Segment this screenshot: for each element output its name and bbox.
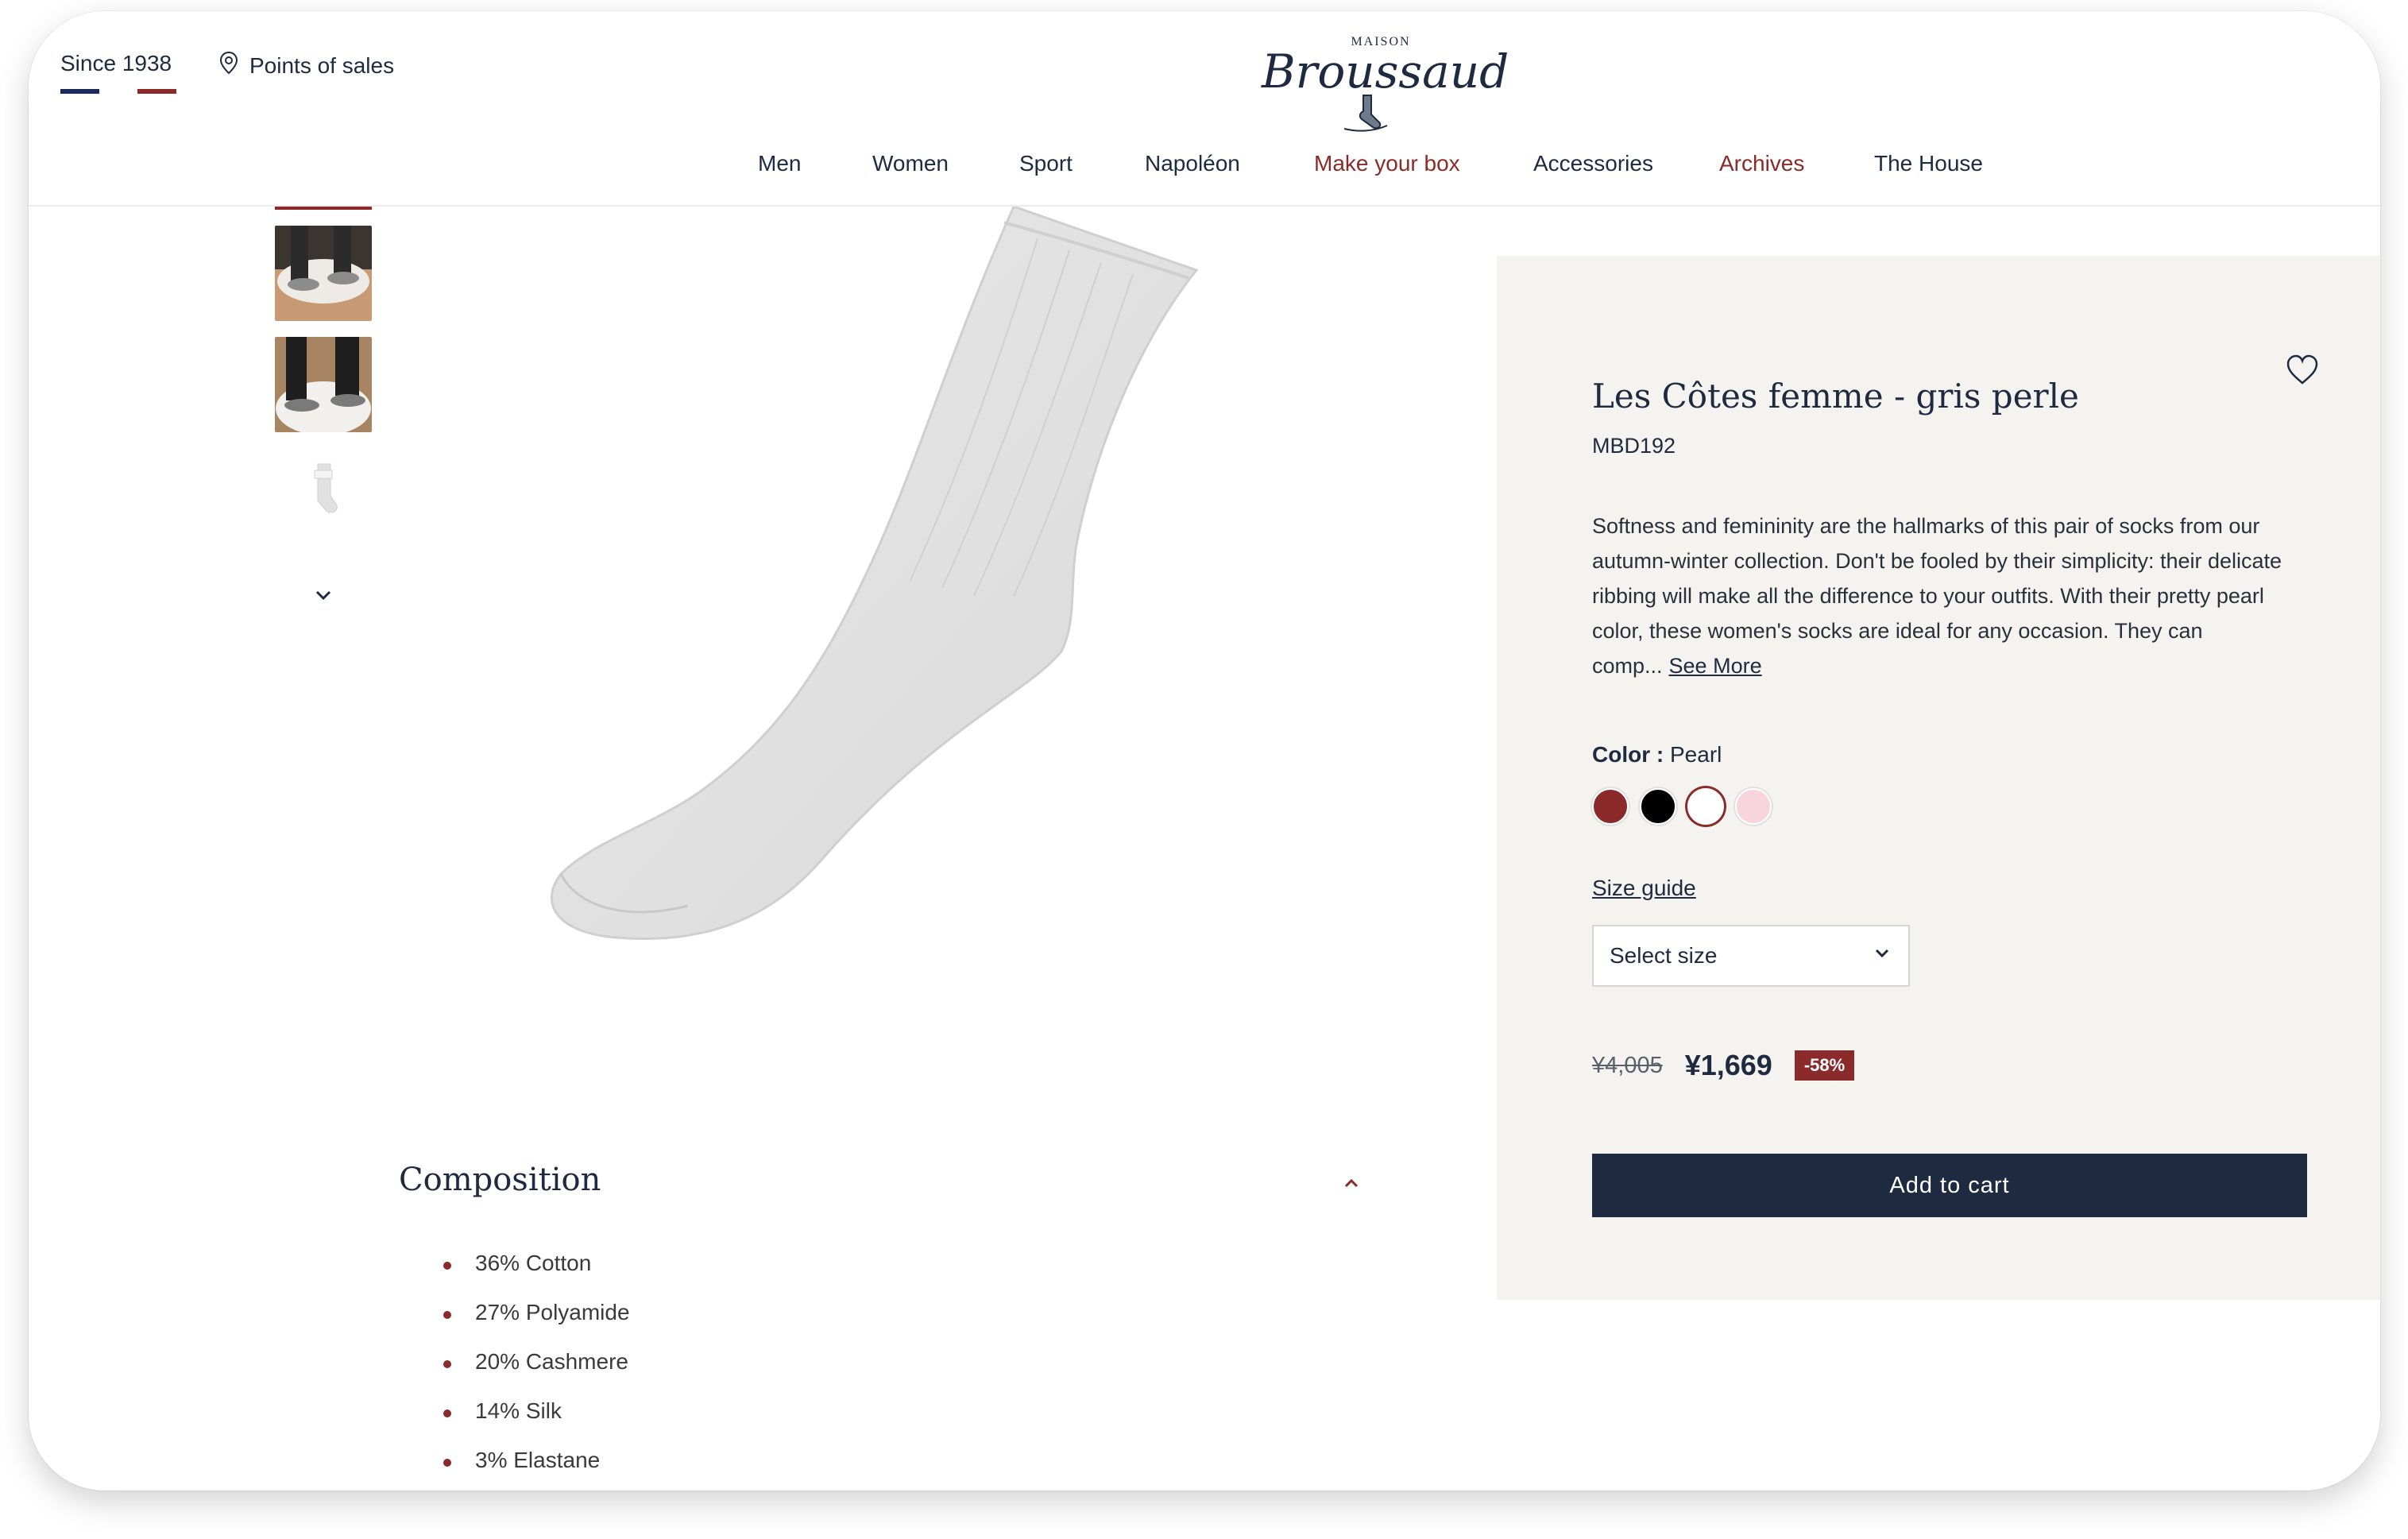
sale-price: ¥1,669 [1684, 1049, 1772, 1081]
price-row: ¥4,005 ¥1,669 -58% [1592, 1049, 1855, 1082]
size-select-value: Select size [1610, 943, 1718, 968]
color-label: Color : [1592, 742, 1664, 767]
product-sku: MBD192 [1592, 434, 1676, 458]
site-header: Since 1938 Points of sales MAISON Brouss… [29, 11, 2380, 207]
chevron-down-icon[interactable] [310, 582, 337, 609]
active-thumb-indicator [275, 207, 372, 210]
nav-make-your-box[interactable]: Make your box [1314, 151, 1460, 176]
flag-blue [60, 89, 99, 94]
swatch-pink[interactable] [1735, 788, 1772, 825]
size-guide-link[interactable]: Size guide [1592, 876, 1696, 901]
nav-accessories[interactable]: Accessories [1533, 151, 1653, 176]
map-pin-icon [219, 51, 238, 80]
thumbnail-2[interactable] [275, 337, 372, 432]
nav-men[interactable]: Men [758, 151, 801, 176]
composition-item: 14% Silk [443, 1398, 630, 1448]
logo-sock-icon [1343, 95, 1388, 132]
color-value: Pearl [1670, 742, 1722, 767]
nav-archives[interactable]: Archives [1719, 151, 1804, 176]
size-select[interactable]: Select size [1592, 925, 1910, 987]
brand-logo[interactable]: MAISON Broussaud [1262, 21, 1509, 140]
chevron-up-icon[interactable] [1339, 1171, 1363, 1195]
composition-item: 3% Elastane [443, 1448, 630, 1491]
points-of-sales-link[interactable]: Points of sales [219, 51, 394, 80]
old-price: ¥4,005 [1592, 1052, 1663, 1078]
nav-sport[interactable]: Sport [1019, 151, 1073, 176]
product-info-panel: Les Côtes femme - gris perle MBD192 Soft… [1497, 256, 2380, 1300]
color-swatches [1592, 788, 1772, 825]
points-of-sales-label: Points of sales [249, 52, 395, 78]
composition-item: 27% Polyamide [443, 1300, 630, 1349]
product-description: Softness and femininity are the hallmark… [1592, 508, 2315, 683]
since-label: Since 1938 [60, 51, 172, 75]
flag-red [137, 89, 177, 94]
nav-the-house[interactable]: The House [1874, 151, 1983, 176]
french-flag-underline [60, 89, 177, 94]
thumbnail-1[interactable] [275, 226, 372, 321]
composition-item: 20% Cashmere [443, 1349, 630, 1398]
product-main-image [442, 205, 1260, 1001]
thumbnail-3[interactable] [275, 448, 372, 543]
composition-title: Composition [399, 1162, 601, 1198]
nav-women[interactable]: Women [872, 151, 949, 176]
swatch-pearl-selected[interactable] [1687, 788, 1724, 825]
see-more-link[interactable]: See More [1669, 654, 1762, 678]
browser-frame: Since 1938 Points of sales MAISON Brouss… [29, 11, 2380, 1491]
composition-item: 36% Cotton [443, 1251, 630, 1300]
heart-icon[interactable] [2285, 353, 2320, 388]
main-nav: Men Women Sport Napoléon Make your box A… [29, 151, 2380, 183]
product-title: Les Côtes femme - gris perle [1592, 377, 2079, 416]
logo-brand-text: Broussaud [1262, 44, 1509, 99]
color-row: Color : Pearl [1592, 742, 1722, 768]
chevron-down-icon [1872, 943, 1892, 969]
composition-list: 36% Cotton 27% Polyamide 20% Cashmere 14… [443, 1251, 630, 1491]
swatch-black[interactable] [1640, 788, 1676, 825]
nav-napoleon[interactable]: Napoléon [1145, 151, 1240, 176]
flag-white [99, 89, 138, 94]
swatch-red[interactable] [1592, 788, 1629, 825]
add-to-cart-button[interactable]: Add to cart [1592, 1154, 2307, 1217]
discount-badge: -58% [1794, 1050, 1855, 1081]
